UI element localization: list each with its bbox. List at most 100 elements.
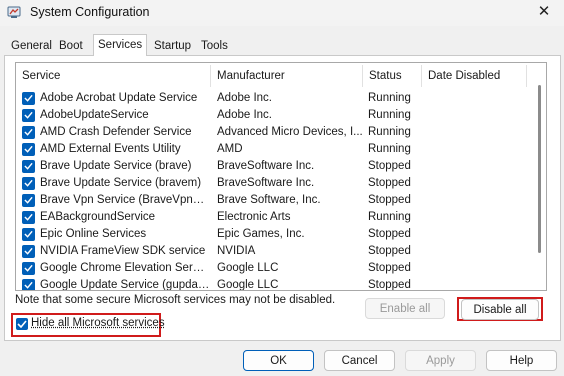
column-header-service[interactable]: Service — [16, 63, 209, 89]
service-checkbox[interactable] — [22, 109, 35, 122]
manufacturer-cell: Adobe Inc. — [217, 109, 272, 121]
tab-label: Tools — [201, 40, 228, 52]
checkmark-icon — [24, 94, 33, 102]
service-checkbox[interactable] — [22, 143, 35, 156]
service-checkbox[interactable] — [22, 211, 35, 224]
service-checkbox[interactable] — [22, 177, 35, 190]
tab-label: General — [11, 40, 52, 52]
tab-services[interactable]: Services — [93, 34, 148, 56]
column-header-date-disabled[interactable]: Date Disabled — [422, 63, 526, 89]
service-name-cell: EABackgroundService — [40, 211, 156, 223]
tab-general[interactable]: General — [7, 38, 56, 54]
manufacturer-cell: BraveSoftware Inc. — [217, 160, 315, 172]
manufacturer-cell: Brave Software, Inc. — [217, 194, 321, 206]
tab-label: Startup — [154, 40, 192, 52]
enable-all-button[interactable]: Enable all — [365, 298, 445, 319]
checkmark-icon — [17, 320, 27, 328]
table-row[interactable]: Google Chrome Elevation Servic... Google … — [16, 260, 531, 277]
vertical-scrollbar[interactable] — [533, 63, 546, 290]
table-row[interactable]: Adobe Acrobat Update Service Adobe Inc. Ru… — [16, 90, 531, 107]
service-checkbox[interactable] — [22, 92, 35, 105]
secure-services-note: Note that some secure Microsoft services… — [15, 294, 336, 306]
cancel-button[interactable]: Cancel — [324, 350, 395, 371]
service-name-cell: Epic Online Services — [40, 228, 147, 240]
close-icon: ✕ — [537, 3, 551, 20]
disable-all-label: Disable all — [473, 304, 527, 316]
service-name-cell: AdobeUpdateService — [40, 109, 149, 121]
disable-all-button[interactable]: Disable all — [461, 299, 539, 320]
enable-all-label: Enable all — [379, 303, 431, 315]
hide-microsoft-services-label[interactable]: Hide all Microsoft services — [31, 317, 165, 329]
table-row[interactable]: Brave Update Service (brave) BraveSoftwar… — [16, 158, 531, 175]
status-cell: Stopped — [368, 245, 411, 257]
service-name-cell: Google Update Service (gupdate) — [40, 279, 210, 291]
service-checkbox[interactable] — [22, 194, 35, 207]
checkmark-icon — [24, 213, 33, 221]
manufacturer-cell: BraveSoftware Inc. — [217, 177, 315, 189]
ok-button[interactable]: OK — [243, 350, 314, 371]
column-header-label: Manufacturer — [217, 70, 285, 82]
service-checkbox[interactable] — [22, 245, 35, 258]
checkmark-icon — [24, 111, 33, 119]
tab-label: Services — [98, 39, 143, 51]
help-button[interactable]: Help — [486, 350, 557, 371]
column-header-label: Date Disabled — [428, 70, 501, 82]
scrollbar-thumb[interactable] — [538, 85, 541, 253]
tab-tools[interactable]: Tools — [197, 38, 232, 54]
manufacturer-cell: Epic Games, Inc. — [217, 228, 305, 240]
checkmark-icon — [24, 281, 33, 289]
services-list[interactable]: Service Manufacturer Status Date Disable… — [15, 62, 547, 291]
tab-label: Boot — [59, 40, 83, 52]
manufacturer-cell: Google LLC — [217, 262, 279, 274]
status-cell: Stopped — [368, 177, 411, 189]
apply-button[interactable]: Apply — [405, 350, 476, 371]
manufacturer-cell: NVIDIA — [217, 245, 256, 257]
hide-microsoft-services-checkbox[interactable] — [16, 318, 28, 330]
service-checkbox[interactable] — [22, 228, 35, 241]
status-cell: Running — [368, 143, 411, 155]
manufacturer-cell: Advanced Micro Devices, I... — [217, 126, 363, 138]
service-checkbox[interactable] — [22, 160, 35, 173]
checkmark-icon — [24, 162, 33, 170]
table-row[interactable]: AMD External Events Utility AMD Running — [16, 141, 531, 158]
status-cell: Stopped — [368, 160, 411, 172]
manufacturer-cell: Google LLC — [217, 279, 279, 291]
service-name-cell: Google Chrome Elevation Servic... — [40, 262, 210, 274]
service-checkbox[interactable] — [22, 279, 35, 290]
service-name-cell: Adobe Acrobat Update Service — [40, 92, 198, 104]
status-cell: Running — [368, 211, 411, 223]
service-checkbox[interactable] — [22, 126, 35, 139]
table-row[interactable]: EABackgroundService Electronic Arts Runnin… — [16, 209, 531, 226]
checkmark-icon — [24, 264, 33, 272]
checkmark-icon — [24, 179, 33, 187]
table-row[interactable]: Epic Online Services Epic Games, Inc. Stop… — [16, 226, 531, 243]
checkmark-icon — [24, 230, 33, 238]
status-cell: Running — [368, 92, 411, 104]
manufacturer-cell: Electronic Arts — [217, 211, 291, 223]
table-row[interactable]: Brave Update Service (bravem) BraveSoftwa… — [16, 175, 531, 192]
service-name-cell: AMD External Events Utility — [40, 143, 181, 155]
tab-boot[interactable]: Boot — [55, 38, 87, 54]
help-label: Help — [509, 355, 534, 367]
close-button[interactable]: ✕ — [524, 0, 564, 26]
status-cell: Stopped — [368, 228, 411, 240]
system-configuration-icon — [7, 6, 21, 18]
status-cell: Stopped — [368, 194, 411, 206]
status-cell: Running — [368, 126, 411, 138]
cancel-label: Cancel — [341, 355, 378, 367]
table-row[interactable]: NVIDIA FrameView SDK service NVIDIA Stoppe… — [16, 243, 531, 260]
service-name-cell: Brave Update Service (bravem) — [40, 177, 202, 189]
table-row[interactable]: Brave Vpn Service (BraveVpnSer... Brave S… — [16, 192, 531, 209]
service-checkbox[interactable] — [22, 262, 35, 275]
manufacturer-cell: AMD — [217, 143, 243, 155]
checkmark-icon — [24, 247, 33, 255]
service-name-cell: AMD Crash Defender Service — [40, 126, 192, 138]
column-header-manufacturer[interactable]: Manufacturer — [211, 63, 362, 89]
column-header-status[interactable]: Status — [363, 63, 421, 89]
column-divider[interactable] — [526, 65, 527, 87]
table-row[interactable]: AMD Crash Defender Service Advanced Micro… — [16, 124, 531, 141]
table-row[interactable]: Google Update Service (gupdate) Google LL… — [16, 277, 531, 291]
table-row[interactable]: AdobeUpdateService Adobe Inc. Running — [16, 107, 531, 124]
status-cell: Stopped — [368, 279, 411, 291]
tab-startup[interactable]: Startup — [150, 38, 195, 54]
